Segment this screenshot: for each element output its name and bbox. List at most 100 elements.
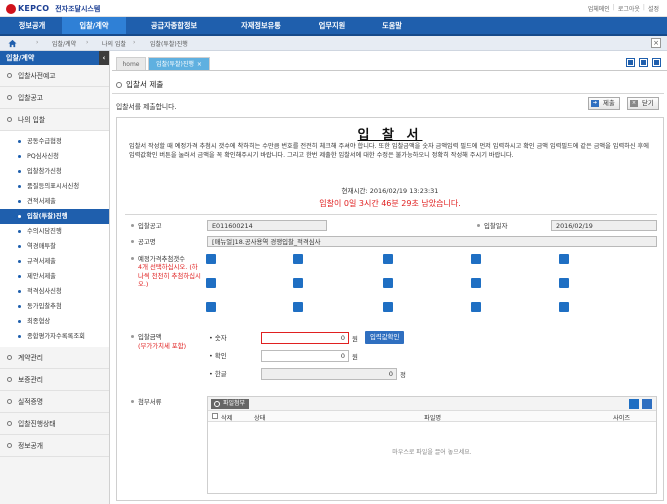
sidebar-item-my-bid[interactable]: 나의 입찰 (0, 109, 109, 131)
nav-item-info[interactable]: 정보공개 (4, 17, 60, 34)
amount-digit-input[interactable]: 0 (261, 332, 349, 344)
select-all-checkbox[interactable] (212, 413, 218, 419)
sidebar-item-pre-notice[interactable]: 입찰사전예고 (0, 65, 109, 87)
price-checkbox[interactable] (383, 302, 393, 312)
label-text: 공고명 (138, 238, 156, 246)
price-checkbox[interactable] (559, 278, 569, 288)
col-status: 상태 (254, 415, 266, 422)
close-label: 닫기 (642, 99, 654, 107)
sidebar-subitem[interactable]: 입찰참가신청 (0, 164, 109, 179)
price-checkbox[interactable] (383, 278, 393, 288)
nav-item-bid-contract[interactable]: 입찰/계약 (62, 17, 126, 34)
drop-zone-message[interactable]: 마우스로 파일을 끌어 놓으세요. (208, 447, 656, 456)
bid-date-label: 입찰일자 (477, 221, 508, 230)
sidebar-collapse-icon[interactable]: ‹ (99, 51, 109, 65)
breadcrumb-item-current: 입찰(투찰)진행 (150, 41, 188, 48)
circle-bullet-icon (7, 117, 12, 122)
sidebar-item-contract[interactable]: 계약관리 (0, 347, 109, 369)
price-checkbox[interactable] (293, 254, 303, 264)
util-link-settings[interactable]: 설정 (648, 4, 659, 13)
price-checkbox[interactable] (293, 278, 303, 288)
sidebar-item-notice[interactable]: 입찰공고 (0, 87, 109, 109)
nav-item-material[interactable]: 자재정보유통 (222, 17, 300, 34)
window-split-icon[interactable] (639, 58, 648, 67)
price-checkbox[interactable] (383, 254, 393, 264)
divider (125, 214, 657, 215)
price-checkbox[interactable] (471, 254, 481, 264)
price-checkbox[interactable] (559, 302, 569, 312)
tab-bid-progress[interactable]: 입찰(투찰)진행 × (148, 57, 210, 70)
page-title-text: 입찰서 제출 (126, 80, 164, 89)
util-link-main[interactable]: 업체메인 (588, 4, 610, 13)
breadcrumb-item[interactable]: 나의 입찰 (102, 39, 126, 48)
sidebar-subitem[interactable]: 공동수급협정 (0, 134, 109, 149)
attach-file-button[interactable]: 파일첨부 (211, 399, 250, 409)
close-icon: × (630, 100, 638, 107)
home-icon[interactable] (8, 39, 17, 48)
submit-button[interactable]: ➔ 제출 (588, 97, 620, 110)
sidebar-subitem[interactable]: 품질등의표시서신청 (0, 179, 109, 194)
sidebar-item-bid-status[interactable]: 입찰진행상태 (0, 413, 109, 435)
close-button[interactable]: × 닫기 (627, 97, 659, 110)
dot-bullet-icon (18, 305, 21, 308)
sidebar-subitem-label: 규격서제출 (27, 258, 56, 265)
amount-note: (부가가치세 포함) (138, 342, 187, 350)
window-full-icon[interactable] (652, 58, 661, 67)
price-checkbox[interactable] (471, 278, 481, 288)
circle-bullet-icon (7, 73, 12, 78)
sidebar-subitem[interactable]: 수의시담진행 (0, 224, 109, 239)
sidebar-heading-label: 입찰/계약 (6, 54, 35, 62)
circle-bullet-icon (7, 377, 12, 382)
sidebar-subitem[interactable]: 적격심사신청 (0, 284, 109, 299)
dot-bullet-icon (18, 215, 21, 218)
sidebar-subitem-active[interactable]: 입찰(투찰)진행 (0, 209, 109, 224)
won-unit-jeong: 정 (400, 371, 406, 379)
tab-home[interactable]: home (116, 57, 146, 70)
submit-icon: ➔ (591, 100, 599, 107)
sidebar-item-performance[interactable]: 실적증명 (0, 391, 109, 413)
dot-bullet-icon (18, 200, 21, 203)
attachment-panel: 파일첨부 삭제 상태 파일명 사이즈 마우스로 파일을 끌어 놓으세요. (207, 396, 657, 494)
sidebar-subitem[interactable]: 동가입찰추첨 (0, 299, 109, 314)
list-view-icon[interactable] (642, 399, 652, 409)
breadcrumb-close-icon[interactable]: × (651, 38, 661, 48)
sidebar-subitem[interactable]: PQ심사신청 (0, 149, 109, 164)
tab-close-icon[interactable]: × (197, 58, 202, 71)
dot-bullet-icon (18, 230, 21, 233)
price-checkbox[interactable] (206, 254, 216, 264)
sidebar-item-disclosure[interactable]: 정보공개 (0, 435, 109, 457)
sidebar-item-guarantee[interactable]: 보증관리 (0, 369, 109, 391)
sidebar-subitem[interactable]: 역경매투찰 (0, 239, 109, 254)
window-tile-icon[interactable] (626, 58, 635, 67)
sidebar-subitem[interactable]: 종합평가자수록록조회 (0, 329, 109, 344)
current-time: 현재시간: 2016/02/19 13:23:31 (341, 187, 439, 195)
sidebar-subitem[interactable]: 제안서제출 (0, 269, 109, 284)
sidebar-subitem-label: 견적서제출 (27, 198, 56, 205)
price-checkbox[interactable] (206, 278, 216, 288)
thumbnail-view-icon[interactable] (629, 399, 639, 409)
sidebar-subitem[interactable]: 최종협상 (0, 314, 109, 329)
label-bullet-icon (477, 224, 480, 227)
price-checkbox[interactable] (293, 302, 303, 312)
price-checkbox[interactable] (206, 302, 216, 312)
sidebar-subitem[interactable]: 규격서제출 (0, 254, 109, 269)
bid-date-field: 2016/02/19 (551, 220, 657, 231)
amount-confirm-input[interactable]: 0 (261, 350, 349, 362)
logo[interactable]: KEPCO 전자조달시스템 (6, 3, 100, 14)
sidebar-subitem[interactable]: 견적서제출 (0, 194, 109, 209)
sidebar-subitem-label: 동가입찰추첨 (27, 303, 62, 310)
nav-item-support[interactable]: 업무지원 (302, 17, 362, 34)
digit-label-text: 숫자 (214, 334, 227, 342)
form-title: 입 찰 서 (357, 128, 423, 143)
util-link-logout[interactable]: 로그아웃 (618, 4, 640, 13)
check-amount-button[interactable]: 입력값확인 (365, 331, 405, 344)
nav-item-supplier[interactable]: 공급자종합정보 (130, 17, 218, 34)
nav-item-help[interactable]: 도움말 (364, 17, 420, 34)
util-separator: | (642, 4, 645, 11)
korean-label-text: 한글 (214, 370, 227, 378)
price-checkbox[interactable] (471, 302, 481, 312)
breadcrumb-arrow-icon: › (36, 39, 39, 46)
sidebar-subitem-label: 입찰(투찰)진행 (27, 213, 68, 220)
price-checkbox[interactable] (559, 254, 569, 264)
breadcrumb-item[interactable]: 입찰/계약 (52, 39, 76, 48)
